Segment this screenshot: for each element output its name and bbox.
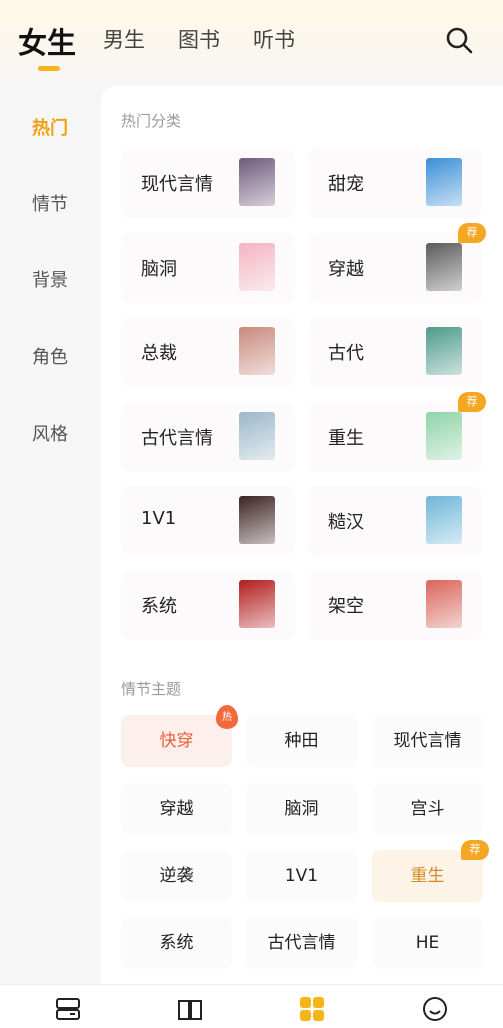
book-cover-image	[239, 158, 275, 206]
hot-categories-title: 热门分类	[121, 112, 182, 130]
theme-tag-label: 现代言情	[393, 731, 462, 751]
theme-tag-label: 种田	[284, 731, 319, 751]
category-card[interactable]: 1V1	[121, 486, 295, 556]
theme-tag-label: HE	[415, 933, 440, 953]
category-card[interactable]: 重生 荐	[308, 392, 486, 472]
recommend-badge: 荐	[458, 223, 486, 243]
theme-tag[interactable]: 1V1	[246, 850, 357, 902]
category-card[interactable]: 总裁	[121, 317, 295, 387]
theme-tag[interactable]: 古代言情	[246, 917, 357, 969]
book-cover-image	[239, 243, 275, 291]
theme-tag-label: 重生	[410, 866, 445, 886]
category-card[interactable]: 系统	[121, 570, 295, 640]
book-icon[interactable]	[176, 995, 204, 1023]
category-icon[interactable]	[298, 995, 326, 1023]
category-label: 甜宠	[328, 174, 364, 195]
theme-tag-label: 脑洞	[284, 799, 319, 819]
recommend-badge: 荐	[461, 840, 489, 860]
search-icon[interactable]	[444, 25, 474, 55]
sidebar-item-plot[interactable]: 情节	[0, 190, 100, 216]
tab-underline	[38, 66, 60, 71]
category-label: 总裁	[141, 343, 177, 364]
theme-tag[interactable]: 重生荐	[372, 840, 489, 902]
bottom-nav	[0, 984, 503, 1028]
theme-tag[interactable]: HE	[372, 917, 483, 969]
theme-tag-label: 穿越	[159, 799, 194, 819]
theme-tag[interactable]: 宫斗	[372, 783, 483, 835]
theme-tag[interactable]: 逆袭	[121, 850, 232, 902]
theme-tag-label: 1V1	[284, 866, 319, 886]
theme-tag-label: 逆袭	[159, 866, 194, 886]
category-card[interactable]: 糙汉	[308, 486, 482, 556]
sidebar-item-background[interactable]: 背景	[0, 266, 100, 292]
category-card[interactable]: 脑洞	[121, 233, 295, 303]
recommend-badge: 荐	[458, 392, 486, 412]
tab-books[interactable]: 图书	[178, 24, 220, 54]
category-card[interactable]: 古代言情	[121, 402, 295, 472]
theme-tag[interactable]: 系统	[121, 917, 232, 969]
plot-themes-title: 情节主题	[121, 680, 182, 698]
category-card[interactable]: 架空	[308, 570, 482, 640]
category-label: 古代	[328, 343, 364, 364]
category-label: 穿越	[328, 259, 364, 280]
category-card[interactable]: 古代	[308, 317, 482, 387]
sidebar-item-hot[interactable]: 热门	[0, 114, 100, 140]
book-cover-image	[239, 327, 275, 375]
book-cover-image	[426, 327, 462, 375]
category-label: 架空	[328, 596, 364, 617]
shelf-icon[interactable]	[54, 995, 82, 1023]
book-cover-image	[239, 412, 275, 460]
tab-male[interactable]: 男生	[103, 24, 145, 54]
theme-tag-label: 宫斗	[410, 799, 445, 819]
theme-tag[interactable]: 穿越	[121, 783, 232, 835]
tab-audio[interactable]: 听书	[253, 24, 295, 54]
category-card[interactable]: 穿越 荐	[308, 223, 486, 303]
sidebar-item-style[interactable]: 风格	[0, 420, 100, 446]
book-cover-image	[426, 580, 462, 628]
category-card[interactable]: 甜宠	[308, 148, 482, 218]
book-cover-image	[426, 412, 462, 460]
category-label: 脑洞	[141, 259, 177, 280]
theme-tag[interactable]: 快穿 热	[121, 705, 238, 767]
theme-tag[interactable]: 种田	[246, 715, 357, 767]
theme-tag-label: 快穿	[159, 731, 194, 751]
tab-female[interactable]: 女生	[18, 20, 76, 62]
hot-fire-icon: 热	[216, 705, 238, 729]
category-label: 重生	[328, 428, 364, 449]
category-label: 1V1	[141, 508, 177, 529]
book-cover-image	[426, 158, 462, 206]
book-cover-image	[426, 496, 462, 544]
category-label: 糙汉	[328, 512, 364, 533]
book-cover-image	[239, 580, 275, 628]
category-label: 现代言情	[141, 174, 213, 195]
theme-tag[interactable]: 现代言情	[372, 715, 483, 767]
profile-icon[interactable]	[421, 995, 449, 1023]
theme-tag[interactable]: 脑洞	[246, 783, 357, 835]
book-cover-image	[239, 496, 275, 544]
book-cover-image	[426, 243, 462, 291]
category-card[interactable]: 现代言情	[121, 148, 295, 218]
theme-tag-label: 古代言情	[267, 933, 336, 953]
category-label: 系统	[141, 596, 177, 617]
sidebar-item-role[interactable]: 角色	[0, 343, 100, 369]
theme-tag-label: 系统	[159, 933, 194, 953]
category-label: 古代言情	[141, 428, 213, 449]
